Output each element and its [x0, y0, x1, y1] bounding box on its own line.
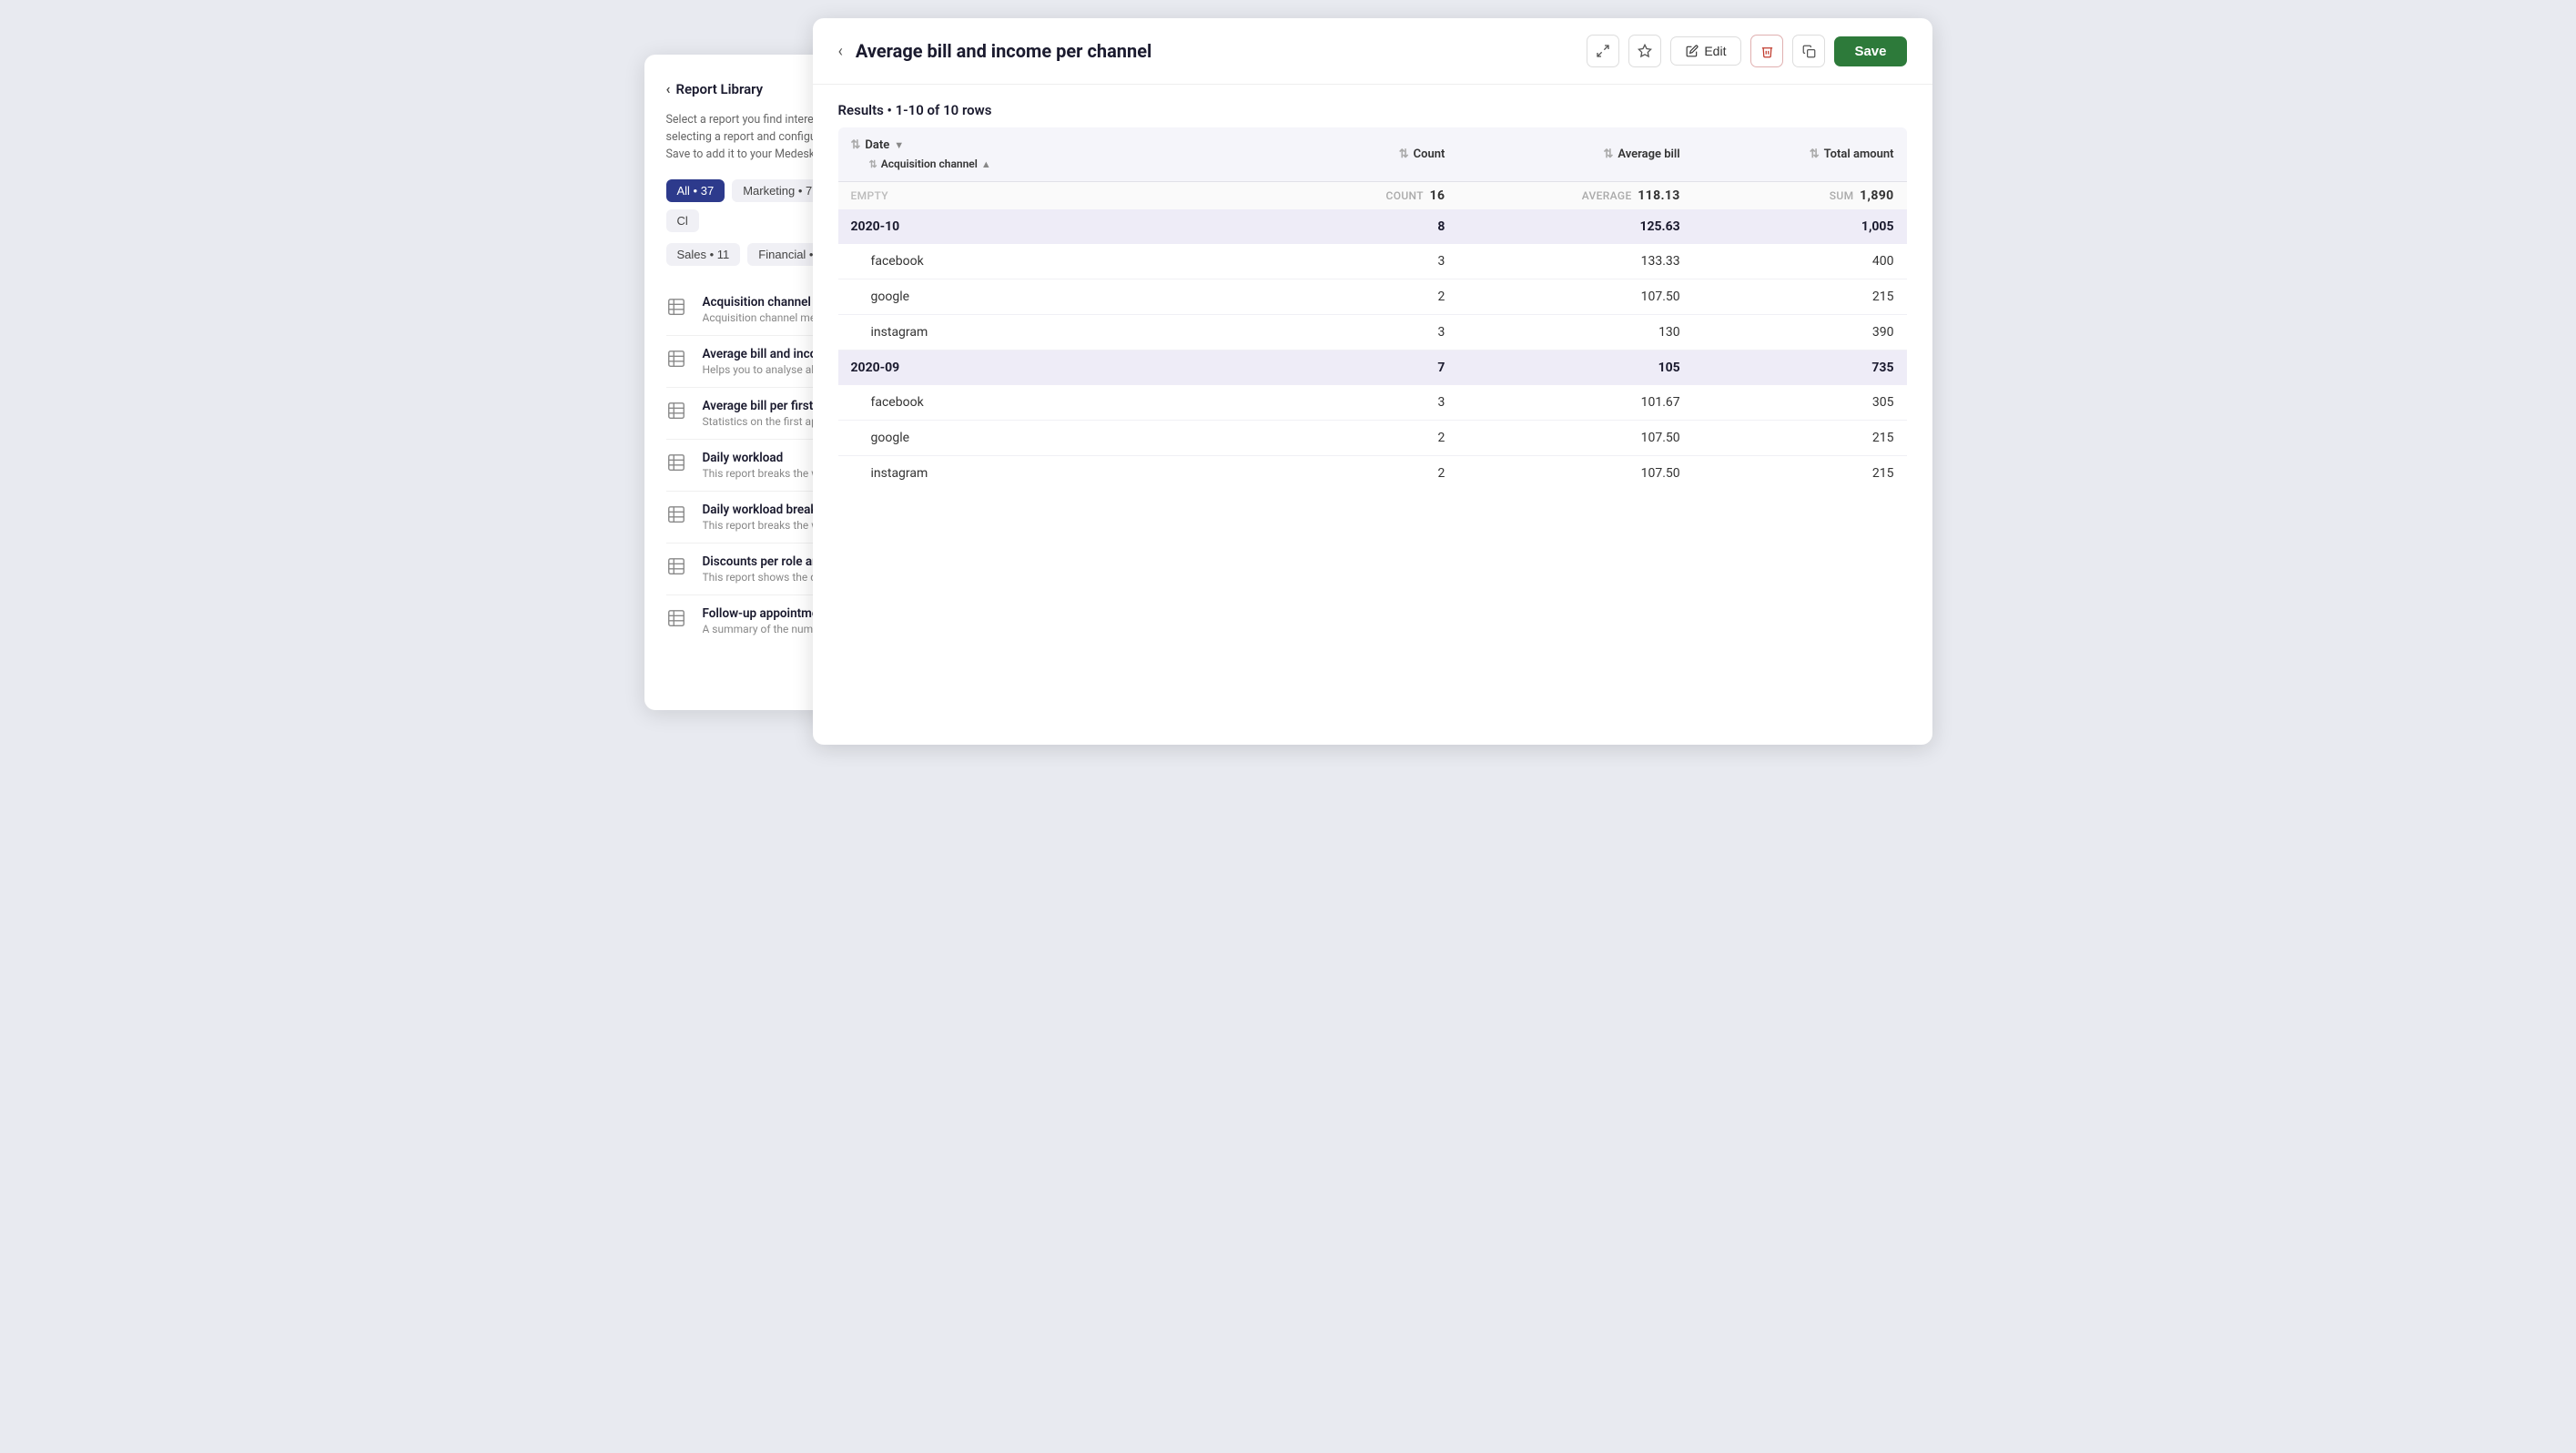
count-val: 16: [1430, 188, 1445, 203]
channel-1-2: instagram: [838, 456, 1244, 492]
group-date-1: 2020-09: [838, 351, 1244, 386]
table-row: instagram 3 130 390: [838, 315, 1907, 351]
count-1-2: 2: [1244, 456, 1458, 492]
date-sort-icon: ▼: [894, 139, 904, 151]
filter-cl[interactable]: Cl: [666, 209, 699, 232]
group-avg-1: 105: [1457, 351, 1692, 386]
count-label: COUNT: [1386, 189, 1424, 202]
group-count-0: 8: [1244, 209, 1458, 244]
filter-all[interactable]: All • 37: [666, 179, 725, 202]
table-row: google 2 107.50 215: [838, 279, 1907, 315]
table-row: facebook 3 101.67 305: [838, 385, 1907, 421]
delete-icon-button[interactable]: [1750, 35, 1783, 67]
table-row: instagram 2 107.50 215: [838, 456, 1907, 492]
header-actions: Edit Save: [1587, 35, 1906, 67]
th-total-label: Total amount: [1824, 147, 1894, 161]
table-icon-5: [666, 556, 692, 582]
sum-label: SUM: [1830, 189, 1854, 202]
th-avg-bill[interactable]: ⇅ Average bill: [1457, 127, 1692, 182]
group-avg-0: 125.63: [1457, 209, 1692, 244]
th-avg-label: Average bill: [1618, 147, 1679, 161]
group-row-2020-09: 2020-09 7 105 735: [838, 351, 1907, 386]
group-count-1: 7: [1244, 351, 1458, 386]
channel-1-1: google: [838, 421, 1244, 456]
sum-val: 1,890: [1860, 188, 1893, 203]
channel-0-0: facebook: [838, 244, 1244, 279]
count-0-1: 2: [1244, 279, 1458, 315]
edit-label: Edit: [1704, 44, 1726, 58]
header-left: ‹ Average bill and income per channel: [838, 40, 1152, 62]
group-row-2020-10: 2020-10 8 125.63 1,005: [838, 209, 1907, 244]
empty-avg: AVERAGE 118.13: [1457, 182, 1692, 210]
table-row: google 2 107.50 215: [838, 421, 1907, 456]
data-table: ⇅ Date ▼ ⇅ Acquisition channel ▲: [838, 127, 1907, 491]
avg-0-1: 107.50: [1457, 279, 1692, 315]
total-0-0: 400: [1693, 244, 1907, 279]
main-header: ‹ Average bill and income per channel: [813, 18, 1932, 85]
table-icon-1: [666, 349, 692, 374]
th-count-label: Count: [1414, 147, 1445, 161]
channel-sort-icon: ▲: [981, 158, 991, 170]
table-row: facebook 3 133.33 400: [838, 244, 1907, 279]
star-icon-button[interactable]: [1628, 35, 1661, 67]
table-empty-row: Empty COUNT 16 AVERAGE 118.13 SUM 1,890: [838, 182, 1907, 210]
empty-sum: SUM 1,890: [1693, 182, 1907, 210]
avg-val: 118.13: [1638, 188, 1679, 203]
total-1-1: 215: [1693, 421, 1907, 456]
table-icon-3: [666, 452, 692, 478]
main-title: Average bill and income per channel: [856, 40, 1151, 62]
total-0-1: 215: [1693, 279, 1907, 315]
th-date[interactable]: ⇅ Date ▼ ⇅ Acquisition channel ▲: [838, 127, 1244, 182]
results-label: Results • 1-10 of 10 rows: [838, 102, 992, 118]
avg-0-0: 133.33: [1457, 244, 1692, 279]
th-date-label: Date: [865, 138, 889, 152]
edit-button[interactable]: Edit: [1670, 36, 1741, 66]
avg-0-2: 130: [1457, 315, 1692, 351]
group-total-1: 735: [1693, 351, 1907, 386]
count-0-2: 3: [1244, 315, 1458, 351]
sidebar-title: Report Library: [675, 81, 763, 97]
save-button[interactable]: Save: [1834, 36, 1906, 66]
th-count[interactable]: ⇅ Count: [1244, 127, 1458, 182]
results-bar: Results • 1-10 of 10 rows: [813, 85, 1932, 127]
avg-label: AVERAGE: [1582, 189, 1632, 202]
th-total-amount[interactable]: ⇅ Total amount: [1693, 127, 1907, 182]
group-date-0: 2020-10: [838, 209, 1244, 244]
total-0-2: 390: [1693, 315, 1907, 351]
table-icon-4: [666, 504, 692, 530]
copy-icon-button[interactable]: [1792, 35, 1825, 67]
avg-1-0: 101.67: [1457, 385, 1692, 421]
th-acquisition-channel-label: Acquisition channel: [881, 157, 978, 170]
count-1-0: 3: [1244, 385, 1458, 421]
channel-1-0: facebook: [838, 385, 1244, 421]
table-icon-0: [666, 297, 692, 322]
total-1-2: 215: [1693, 456, 1907, 492]
channel-0-1: google: [838, 279, 1244, 315]
avg-1-2: 107.50: [1457, 456, 1692, 492]
group-total-0: 1,005: [1693, 209, 1907, 244]
main-panel: ‹ Average bill and income per channel: [813, 18, 1932, 745]
table-icon-2: [666, 401, 692, 426]
count-0-0: 3: [1244, 244, 1458, 279]
main-back-button[interactable]: ‹: [838, 42, 843, 61]
empty-count: COUNT 16: [1244, 182, 1458, 210]
empty-label: Empty: [838, 182, 1244, 210]
table-wrap: ⇅ Date ▼ ⇅ Acquisition channel ▲: [813, 127, 1932, 516]
total-1-0: 305: [1693, 385, 1907, 421]
back-arrow-icon: ‹: [666, 80, 671, 97]
table-icon-6: [666, 608, 692, 634]
count-1-1: 2: [1244, 421, 1458, 456]
channel-0-2: instagram: [838, 315, 1244, 351]
avg-1-1: 107.50: [1457, 421, 1692, 456]
filter-marketing[interactable]: Marketing • 7: [732, 179, 823, 202]
filter-sales[interactable]: Sales • 11: [666, 243, 741, 266]
resize-icon-button[interactable]: [1587, 35, 1619, 67]
